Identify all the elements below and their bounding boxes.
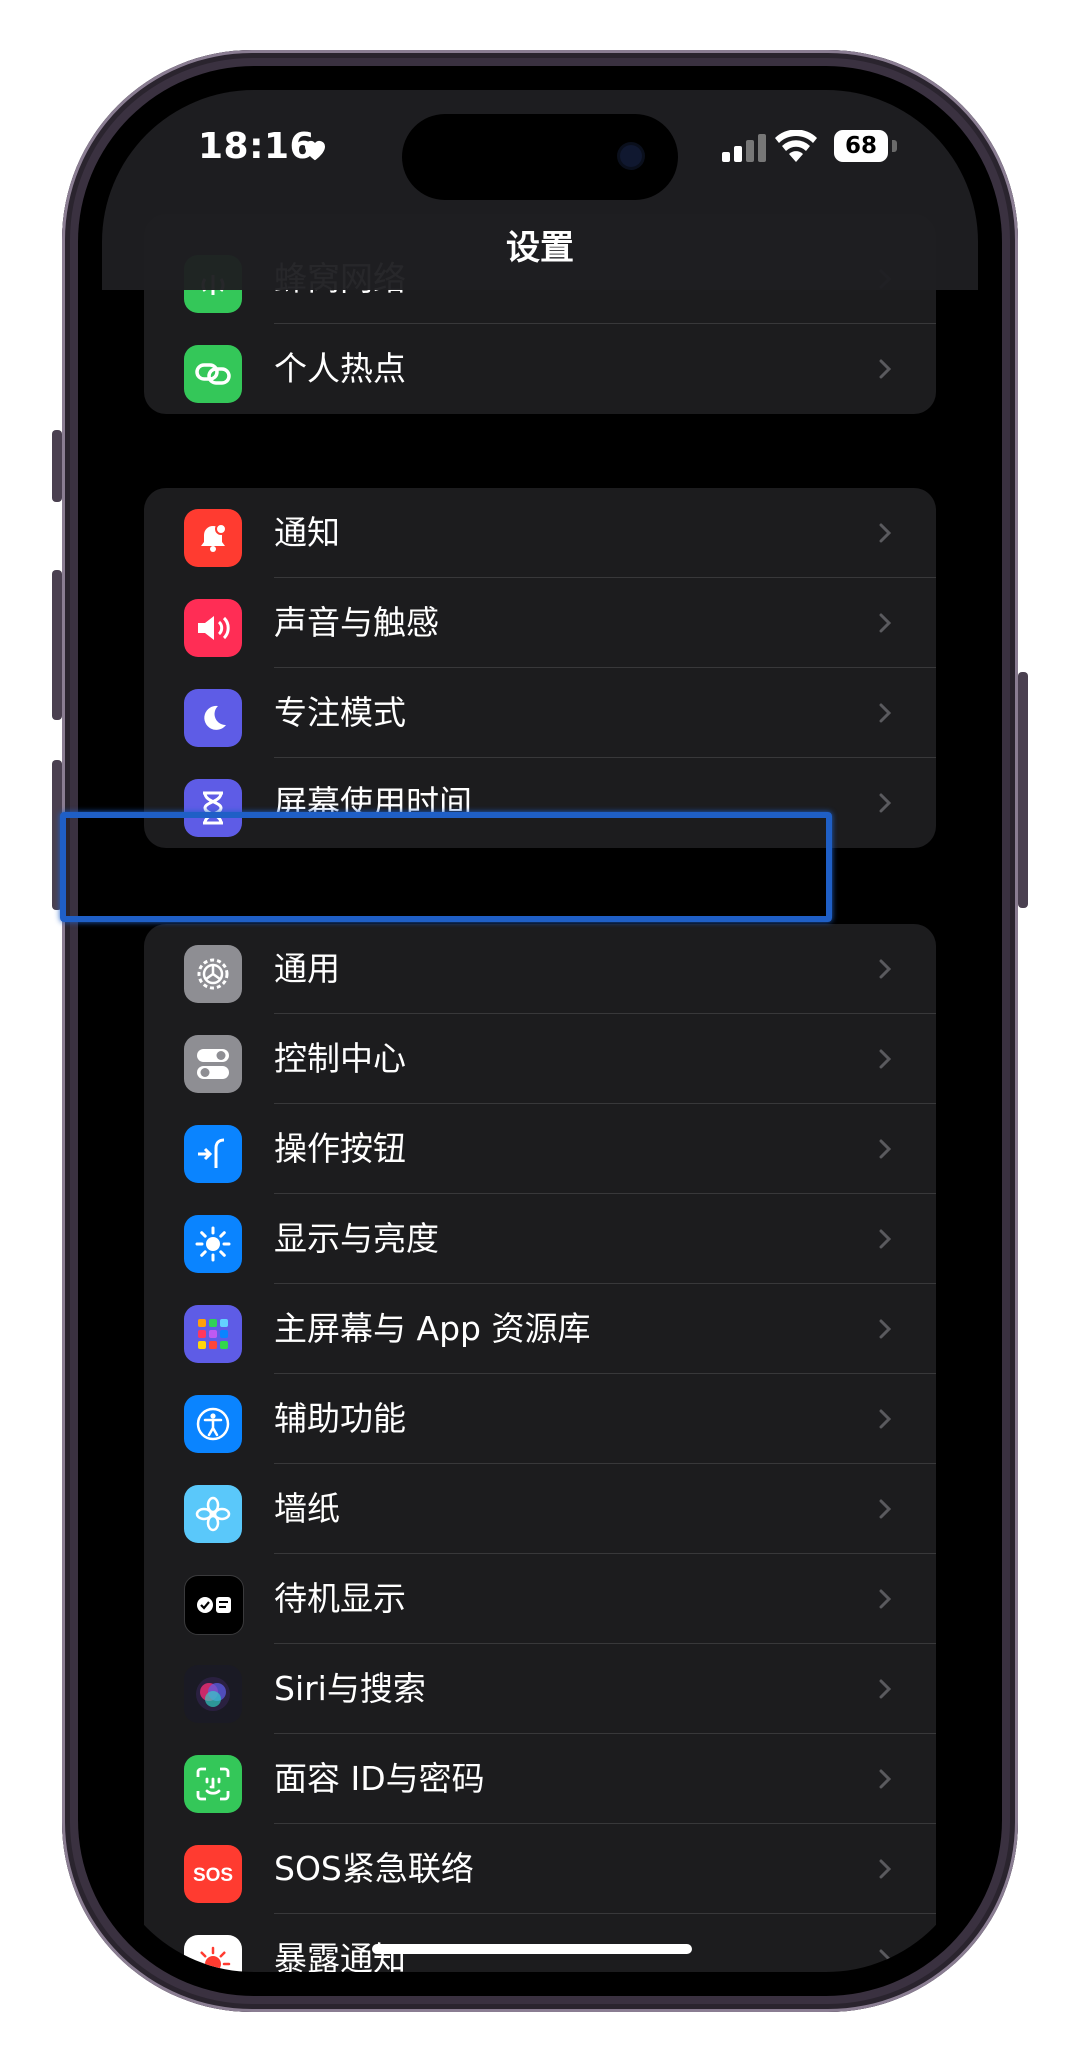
battery-tip	[892, 140, 897, 152]
power-button[interactable]	[1018, 672, 1028, 908]
settings-row-display[interactable]: 显示与亮度	[144, 1194, 936, 1284]
chevron-right-icon	[879, 1049, 892, 1069]
chevron-right-icon	[879, 1319, 892, 1339]
settings-row-label: 声音与触感	[274, 603, 439, 642]
face-id-icon	[184, 1755, 242, 1813]
settings-row-label: 个人热点	[274, 349, 406, 388]
action-side-button[interactable]	[52, 430, 62, 502]
chevron-right-icon	[879, 793, 892, 813]
action-button-icon	[184, 1125, 242, 1183]
chevron-right-icon	[879, 359, 892, 379]
siri-icon	[184, 1665, 242, 1723]
speaker-icon	[184, 599, 242, 657]
settings-row-emergency-sos[interactable]: SOS SOS紧急联络	[144, 1824, 936, 1914]
front-camera	[620, 145, 642, 167]
exposure-icon	[184, 1935, 242, 1972]
settings-row-label: 墙纸	[274, 1489, 340, 1528]
settings-row-hotspot[interactable]: 个人热点	[144, 324, 936, 414]
settings-row-general[interactable]: 通用	[144, 924, 936, 1014]
settings-row-label: 辅助功能	[274, 1399, 406, 1438]
toggles-icon	[184, 1035, 242, 1093]
settings-row-face-id[interactable]: 面容 ID与密码	[144, 1734, 936, 1824]
wifi-icon	[775, 130, 817, 162]
page-title: 设置	[506, 228, 574, 268]
settings-row-control-center[interactable]: 控制中心	[144, 1014, 936, 1104]
settings-row-focus[interactable]: 专注模式	[144, 668, 936, 758]
chevron-right-icon	[879, 959, 892, 979]
chevron-right-icon	[879, 1589, 892, 1609]
settings-row-label: 面容 ID与密码	[274, 1759, 485, 1798]
chevron-right-icon	[879, 1859, 892, 1879]
chevron-right-icon	[879, 1139, 892, 1159]
settings-row-exposure[interactable]: 暴露通知	[144, 1914, 936, 1972]
dynamic-island	[402, 114, 678, 200]
chevron-right-icon	[879, 1229, 892, 1249]
settings-row-label: Siri与搜索	[274, 1669, 426, 1708]
cellular-signal-icon	[722, 134, 766, 162]
standby-icon	[184, 1575, 244, 1635]
settings-row-siri[interactable]: Siri与搜索	[144, 1644, 936, 1734]
chevron-right-icon	[879, 1679, 892, 1699]
settings-row-accessibility[interactable]: 辅助功能	[144, 1374, 936, 1464]
chevron-right-icon	[879, 1949, 892, 1969]
settings-row-standby[interactable]: 待机显示	[144, 1554, 936, 1644]
settings-row-label: 显示与亮度	[274, 1219, 439, 1258]
settings-row-sounds[interactable]: 声音与触感	[144, 578, 936, 668]
chevron-right-icon	[879, 523, 892, 543]
settings-group-general: 通用 控制中心 操作按钮 显示与亮度 主屏幕与 App 资源库 辅助功能 墙纸 …	[144, 924, 936, 1972]
heart-icon	[305, 140, 325, 161]
link-icon	[184, 345, 242, 403]
chevron-right-icon	[879, 703, 892, 723]
settings-row-label: 主屏幕与 App 资源库	[274, 1309, 591, 1348]
moon-icon	[184, 689, 242, 747]
gear-icon	[184, 945, 242, 1003]
chevron-right-icon	[879, 613, 892, 633]
settings-row-label: 待机显示	[274, 1579, 406, 1618]
chevron-right-icon	[879, 1769, 892, 1789]
chevron-right-icon	[879, 1499, 892, 1519]
settings-row-label: 通知	[274, 513, 340, 552]
settings-row-action-button[interactable]: 操作按钮	[144, 1104, 936, 1194]
screen: 18:16 68 设置 蜂窝网络 个人热点	[102, 90, 978, 1972]
svg-text:SOS: SOS	[193, 1865, 233, 1886]
accessibility-icon	[184, 1395, 242, 1453]
battery-indicator: 68	[834, 130, 888, 162]
settings-row-notifications[interactable]: 通知	[144, 488, 936, 578]
chevron-right-icon	[879, 1409, 892, 1429]
sos-icon: SOS	[184, 1845, 242, 1903]
settings-row-wallpaper[interactable]: 墙纸	[144, 1464, 936, 1554]
settings-row-label: 操作按钮	[274, 1129, 406, 1168]
bell-icon	[184, 509, 242, 567]
highlight-box	[60, 812, 832, 922]
home-indicator[interactable]	[372, 1944, 692, 1954]
settings-row-home-screen[interactable]: 主屏幕与 App 资源库	[144, 1284, 936, 1374]
flower-icon	[184, 1485, 242, 1543]
settings-row-label: 控制中心	[274, 1039, 406, 1078]
settings-row-label: 专注模式	[274, 693, 406, 732]
status-time: 18:16	[198, 126, 316, 167]
app-grid-icon	[184, 1305, 242, 1363]
sun-icon	[184, 1215, 242, 1273]
settings-row-label: SOS紧急联络	[274, 1849, 474, 1888]
volume-up-button[interactable]	[52, 570, 62, 720]
settings-row-label: 通用	[274, 949, 340, 988]
settings-group-notifications: 通知 声音与触感 专注模式 屏幕使用时间	[144, 488, 936, 848]
